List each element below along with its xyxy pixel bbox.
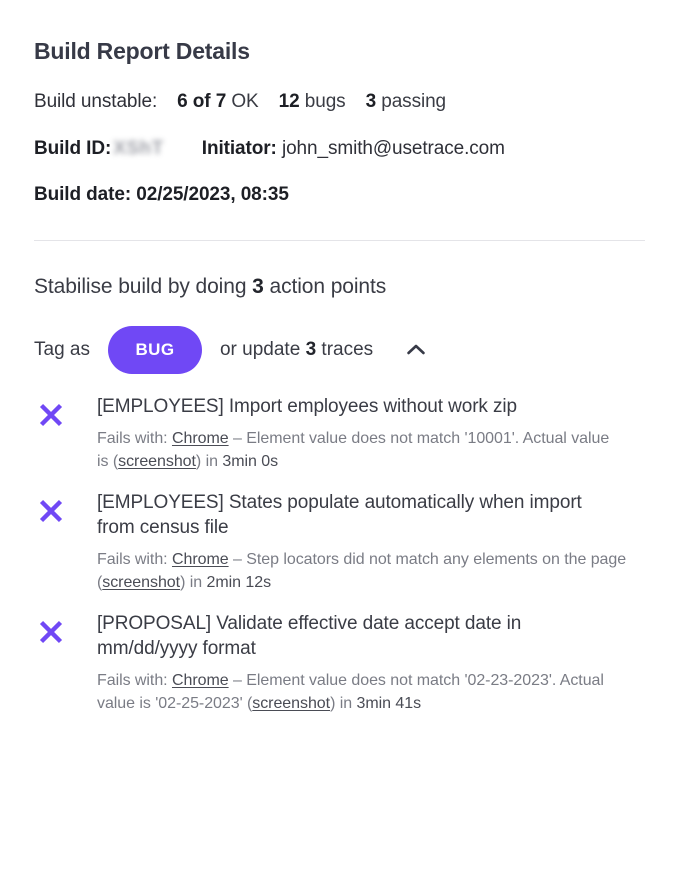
x-icon	[36, 617, 66, 647]
failure-body: [EMPLOYEES] States populate automaticall…	[97, 490, 649, 595]
failure-message-after: ) in	[195, 452, 218, 470]
failure-body: [EMPLOYEES] Import employees without wor…	[97, 394, 649, 474]
failure-duration: 2min 12s	[206, 573, 272, 591]
screenshot-link[interactable]: screenshot	[102, 574, 180, 591]
build-id-value-redacted: XShT	[113, 138, 164, 159]
update-prefix: or update	[219, 339, 301, 360]
fails-with-label: Fails with:	[97, 551, 168, 569]
build-report-card: Build Report Details Build unstable: 6 of…	[0, 0, 683, 873]
screenshot-link[interactable]: screenshot	[252, 695, 330, 712]
failure-body: [PROPOSAL] Validate effective date accep…	[97, 611, 649, 716]
stabilise-heading: Stabilise build by doing 3 action points	[34, 275, 649, 299]
tag-action-row: Tag as BUG or update 3 traces	[34, 326, 649, 374]
failure-item[interactable]: [EMPLOYEES] States populate automaticall…	[34, 490, 649, 595]
failure-title: [EMPLOYEES] States populate automaticall…	[97, 491, 582, 538]
stabilise-count: 3	[252, 275, 264, 298]
build-date-value: 02/25/2023, 08:35	[136, 184, 289, 205]
stabilise-suffix: action points	[269, 275, 387, 298]
x-icon	[36, 400, 66, 430]
fails-with-label: Fails with:	[97, 430, 168, 448]
stat-passing-unit: passing	[381, 91, 447, 112]
stat-ok-unit: OK	[231, 91, 259, 112]
failure-title: [PROPOSAL] Validate effective date accep…	[97, 612, 522, 659]
tag-as-bug-button[interactable]: BUG	[107, 326, 202, 374]
screenshot-link[interactable]: screenshot	[118, 453, 196, 470]
failure-duration: 3min 41s	[356, 694, 422, 712]
update-traces-text: or update 3 traces	[220, 339, 373, 361]
failure-message-after: ) in	[330, 694, 353, 712]
section-divider	[34, 240, 645, 241]
failure-title: [EMPLOYEES] Import employees without wor…	[97, 396, 517, 417]
browser-link[interactable]: Chrome	[172, 672, 229, 689]
browser-link[interactable]: Chrome	[172, 551, 229, 568]
failure-duration: 3min 0s	[222, 452, 279, 470]
stat-bugs: 12 bugs	[279, 91, 346, 112]
build-date-row: Build date: 02/25/2023, 08:35	[34, 184, 649, 206]
initiator-value: john_smith@usetrace.com	[281, 138, 505, 159]
stat-bugs-unit: bugs	[304, 91, 346, 112]
failure-detail: Fails with: Chrome – Element value does …	[97, 670, 642, 715]
failure-list: [EMPLOYEES] Import employees without wor…	[34, 394, 649, 716]
stat-ok: 6 of 7 OK	[177, 91, 259, 112]
build-status-label: Build unstable:	[34, 91, 158, 112]
failure-item[interactable]: [PROPOSAL] Validate effective date accep…	[34, 611, 649, 716]
failure-detail: Fails with: Chrome – Element value does …	[97, 428, 617, 473]
browser-link[interactable]: Chrome	[172, 430, 229, 447]
tag-as-label: Tag as	[34, 339, 90, 360]
stat-passing: 3 passing	[365, 91, 447, 112]
initiator-group: Initiator: john_smith@usetrace.com	[202, 138, 505, 159]
failure-item[interactable]: [EMPLOYEES] Import employees without wor…	[34, 394, 649, 474]
page-title: Build Report Details	[34, 38, 250, 64]
build-id-label: Build ID:	[34, 138, 112, 159]
initiator-label: Initiator:	[201, 138, 277, 159]
build-id-row: Build ID: XShT Initiator: john_smith@usetr…	[34, 138, 649, 160]
stat-ok-value: 6 of 7	[177, 91, 227, 112]
failure-message-after: ) in	[180, 573, 203, 591]
update-count: 3	[305, 339, 317, 360]
fails-with-label: Fails with:	[97, 672, 168, 690]
chevron-up-icon[interactable]	[401, 335, 431, 365]
build-date-label: Build date:	[34, 184, 132, 205]
stat-bugs-value: 12	[278, 91, 300, 112]
stabilise-prefix: Stabilise build by doing	[34, 275, 247, 298]
failure-detail: Fails with: Chrome – Step locators did n…	[97, 549, 637, 594]
stat-passing-value: 3	[365, 91, 377, 112]
update-suffix: traces	[321, 339, 374, 360]
x-icon	[36, 496, 66, 526]
build-summary: Build unstable: 6 of 7 OK 12 bugs 3 passing	[34, 91, 649, 113]
